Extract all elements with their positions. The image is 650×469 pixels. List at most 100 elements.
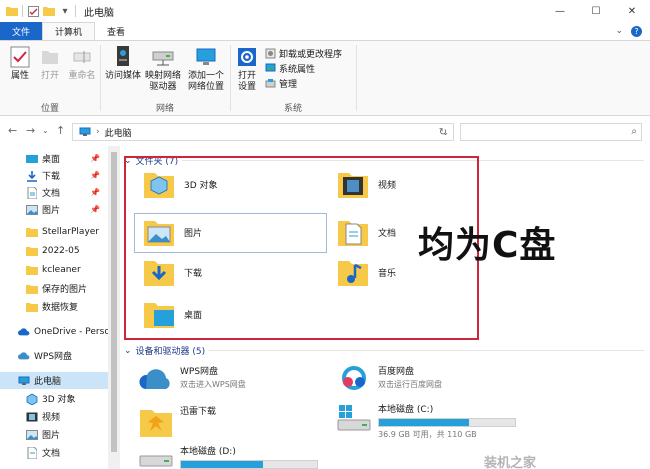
access-media-button[interactable]: 访问媒体	[103, 45, 143, 82]
ribbon-collapse-icon[interactable]: ⌄	[615, 26, 623, 36]
group-label-network: 网络	[155, 104, 174, 114]
folder-icon	[6, 5, 18, 17]
drive-d-usage-bar	[180, 460, 318, 469]
collapse-chevron-icon[interactable]: ⌄	[124, 346, 132, 356]
folder-icon	[26, 226, 38, 238]
document-icon	[26, 446, 38, 459]
minimize-button[interactable]: —	[542, 0, 578, 22]
picture-icon	[26, 429, 38, 441]
ribbon-group-system: 打开 设置 卸载或更改程序 系统属性 管理 系统	[231, 41, 355, 117]
sidebar-item-wps-drive[interactable]: WPS网盘	[0, 347, 108, 364]
system-properties-icon	[265, 63, 276, 71]
hard-drive-icon	[138, 444, 174, 469]
sidebar-scrollbar[interactable]	[108, 146, 120, 469]
drive-c-usage-bar	[378, 418, 516, 427]
new-folder-icon[interactable]	[43, 5, 55, 17]
refresh-button[interactable]: ↻	[433, 123, 454, 141]
forward-arrow-icon[interactable]: →	[26, 124, 35, 137]
refresh-icon: ↻	[438, 126, 448, 138]
document-icon	[26, 186, 38, 199]
recent-dropdown-icon[interactable]: ⌄	[42, 126, 49, 135]
open-settings-button[interactable]: 打开 设置	[231, 45, 263, 93]
sidebar-item-pictures-pc[interactable]: 图片	[0, 426, 108, 443]
monitor-icon	[194, 45, 218, 69]
window-title: 此电脑	[84, 7, 114, 19]
sidebar-item-documents-pc[interactable]: 文档	[0, 444, 108, 461]
drive-c-usage-fill	[379, 419, 469, 426]
maximize-button[interactable]: ☐	[578, 0, 614, 22]
folder-icon	[26, 264, 38, 276]
cloud-icon	[18, 350, 30, 362]
sidebar-item-pictures[interactable]: 图片 📌	[0, 201, 108, 218]
section-header-devices[interactable]: ⌄ 设备和驱动器 (5)	[124, 344, 644, 357]
sidebar-item-videos[interactable]: 视频	[0, 408, 108, 425]
ribbon-group-location: 属性 打开 重命名 位置	[0, 41, 100, 117]
sidebar-item-3d-objects[interactable]: 3D 对象	[0, 390, 108, 407]
open-icon	[38, 45, 62, 69]
pin-icon[interactable]: 📌	[90, 205, 100, 214]
pin-icon[interactable]: 📌	[90, 154, 100, 163]
navigation-bar: ← → ⌄ ↑ › 此电脑 ⌄ ↻ ⌕	[0, 116, 650, 146]
media-server-icon	[111, 45, 135, 69]
device-local-disk-d[interactable]: 本地磁盘 (D:)	[138, 444, 318, 469]
rename-icon	[70, 45, 94, 69]
map-network-drive-button[interactable]: 映射网络 驱动器	[143, 45, 183, 93]
sidebar-item-saved-pictures[interactable]: 保存的图片	[0, 280, 108, 297]
sidebar-item-data-recovery[interactable]: 数据恢复	[0, 298, 108, 315]
close-button[interactable]: ✕	[614, 0, 650, 22]
uninstall-program-button[interactable]: 卸载或更改程序	[265, 47, 342, 60]
tab-computer[interactable]: 计算机	[42, 22, 96, 40]
picture-icon	[26, 204, 38, 216]
computer-icon	[18, 375, 30, 387]
tab-view[interactable]: 查看	[95, 22, 137, 40]
breadcrumb-chevron-icon[interactable]: ›	[96, 127, 100, 137]
qat-dropdown-icon[interactable]: ▾	[59, 5, 71, 17]
sidebar-item-onedrive[interactable]: OneDrive - Perso	[0, 323, 108, 340]
tab-file[interactable]: 文件	[0, 22, 43, 40]
network-drive-icon	[151, 45, 175, 69]
properties-check-icon[interactable]	[27, 5, 39, 17]
sidebar-item-desktop[interactable]: 桌面 📌	[0, 150, 108, 167]
manage-icon	[265, 78, 276, 87]
device-xunlei-download[interactable]: 迅雷下载	[138, 404, 216, 437]
group-label-system: 系统	[283, 104, 302, 114]
open-button[interactable]: 打开	[32, 45, 68, 82]
properties-icon	[8, 45, 32, 69]
scrollbar-thumb[interactable]	[111, 152, 117, 452]
device-wps-drive[interactable]: WPS网盘 双击进入WPS网盘	[138, 364, 246, 394]
sidebar-item-documents[interactable]: 文档 📌	[0, 184, 108, 201]
computer-icon	[79, 127, 91, 136]
up-arrow-icon[interactable]: ↑	[56, 124, 65, 137]
watermark: 装机之家	[484, 456, 537, 469]
manage-button[interactable]: 管理	[265, 77, 342, 90]
cube-icon	[26, 393, 38, 405]
annotation-text: 均为C盘	[418, 225, 557, 266]
device-local-disk-c[interactable]: 本地磁盘 (C:) 36.9 GB 可用，共 110 GB	[336, 402, 516, 440]
pin-icon[interactable]: 📌	[90, 171, 100, 180]
settings-icon	[235, 45, 259, 69]
address-bar[interactable]: › 此电脑 ⌄	[72, 123, 454, 141]
sidebar-item-this-pc[interactable]: 此电脑	[0, 372, 108, 389]
ribbon-tabs: 文件 计算机 查看 ⌄ ?	[0, 22, 650, 40]
back-arrow-icon[interactable]: ←	[8, 124, 17, 137]
sidebar-item-stellarplayer[interactable]: StellarPlayer	[0, 223, 108, 240]
folder-icon	[26, 301, 38, 313]
device-baidu-drive[interactable]: 百度网盘 双击运行百度网盘	[336, 364, 442, 394]
drive-d-usage-fill	[181, 461, 263, 468]
help-icon[interactable]: ?	[631, 25, 642, 37]
desktop-icon	[26, 153, 38, 165]
group-label-location: 位置	[40, 104, 59, 114]
add-network-location-button[interactable]: 添加一个 网络位置	[185, 45, 227, 93]
window-controls: — ☐ ✕	[542, 0, 650, 22]
system-properties-button[interactable]: 系统属性	[265, 62, 342, 75]
rename-button[interactable]: 重命名	[64, 45, 100, 82]
sidebar-item-downloads[interactable]: 下载 📌	[0, 167, 108, 184]
ribbon: 属性 打开 重命名 位置 访问媒体 映射网络 驱动器 添加一个 网络位置 网络 …	[0, 40, 650, 116]
baidu-cloud-icon	[336, 364, 372, 394]
video-icon	[26, 411, 38, 423]
search-input[interactable]: ⌕	[460, 123, 642, 141]
breadcrumb-this-pc[interactable]: 此电脑	[105, 126, 132, 139]
sidebar-item-kcleaner[interactable]: kcleaner	[0, 261, 108, 278]
pin-icon[interactable]: 📌	[90, 188, 100, 197]
sidebar-item-2022-05[interactable]: 2022-05	[0, 242, 108, 259]
